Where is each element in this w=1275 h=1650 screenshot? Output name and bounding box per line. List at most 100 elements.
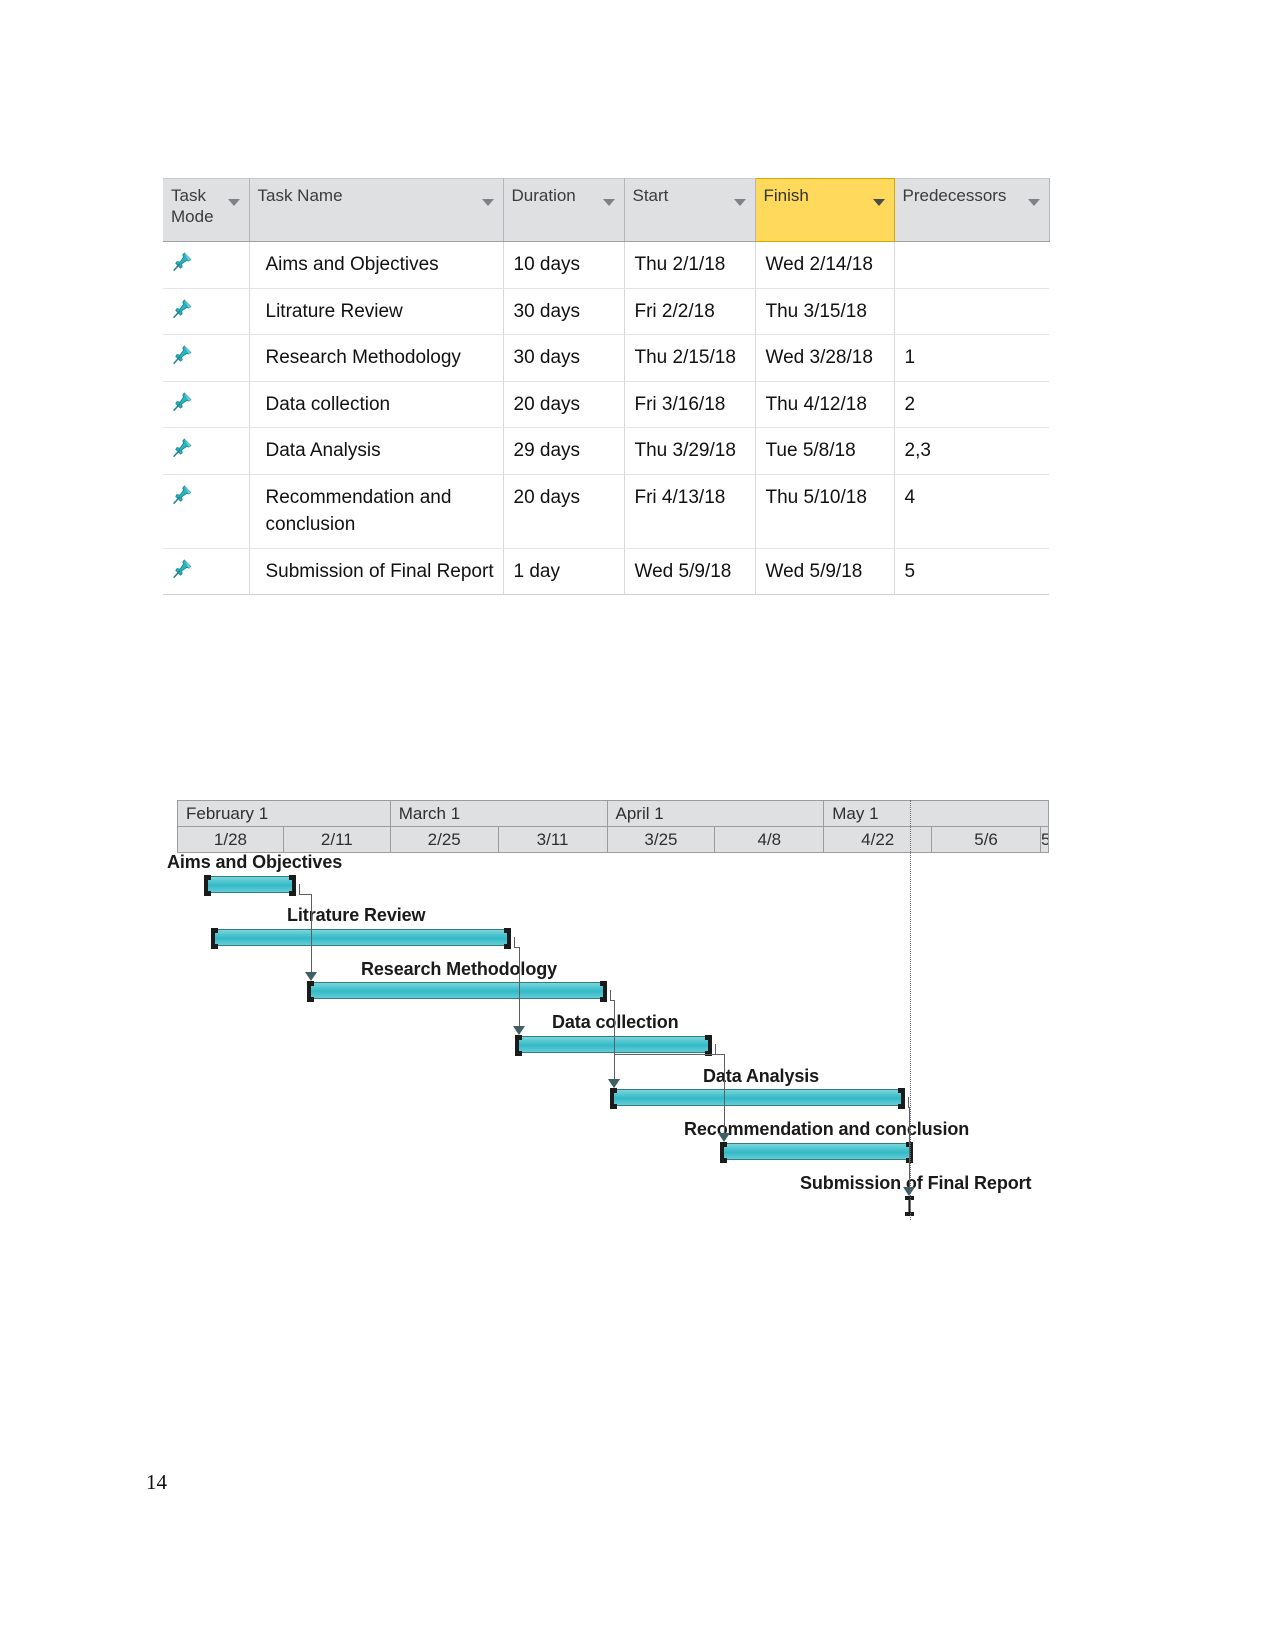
- task-predecessors-cell[interactable]: 2: [894, 381, 1049, 429]
- task-start-cell[interactable]: Thu 2/1/18: [624, 241, 756, 289]
- task-start-cell[interactable]: Fri 4/13/18: [624, 474, 756, 549]
- timeline-month-cell: February 1: [178, 801, 391, 826]
- task-mode-cell[interactable]: [163, 288, 250, 336]
- timeline-month-cell: April 1: [608, 801, 825, 826]
- column-header-label: Predecessors: [902, 186, 1007, 205]
- table-row[interactable]: Aims and Objectives 10 days Thu 2/1/18 Wed …: [163, 241, 1049, 289]
- filter-arrow-icon[interactable]: [872, 199, 885, 206]
- gantt-task-bar[interactable]: [204, 876, 296, 893]
- filter-arrow-icon[interactable]: [227, 199, 240, 206]
- pushpin-icon: [171, 390, 193, 414]
- task-name-cell[interactable]: Recommendation and conclusion: [249, 474, 504, 549]
- gantt-bar-label: Research Methodology: [361, 959, 558, 979]
- dependency-arrow-icon: [903, 1187, 915, 1196]
- task-start-cell[interactable]: Fri 2/2/18: [624, 288, 756, 336]
- gantt-task-bar[interactable]: [720, 1143, 913, 1160]
- column-header-label: Duration: [511, 186, 576, 205]
- dependency-link: [715, 1044, 716, 1054]
- task-table: Task Mode Task Name Duration Start Finis…: [163, 178, 1050, 596]
- task-duration-cell[interactable]: 20 days: [503, 474, 625, 549]
- task-mode-cell[interactable]: [163, 334, 250, 382]
- task-duration-cell[interactable]: 30 days: [503, 334, 625, 382]
- pushpin-icon: [171, 343, 193, 367]
- task-start-cell[interactable]: Wed 5/9/18: [624, 548, 756, 596]
- column-header-predecessors[interactable]: Predecessors: [894, 178, 1050, 242]
- table-row[interactable]: Submission of Final Report 1 day Wed 5/9/1…: [163, 548, 1049, 596]
- pushpin-icon: [171, 250, 193, 274]
- column-header-start[interactable]: Start: [624, 178, 756, 242]
- pushpin-icon: [171, 297, 193, 321]
- task-finish-cell[interactable]: Thu 5/10/18: [755, 474, 895, 549]
- task-predecessors-cell[interactable]: [894, 241, 1049, 289]
- dependency-link: [299, 884, 300, 894]
- dependency-arrow-icon: [718, 1133, 730, 1142]
- task-predecessors-cell[interactable]: 1: [894, 334, 1049, 382]
- dependency-arrow-icon: [305, 972, 317, 981]
- task-predecessors-cell[interactable]: 2,3: [894, 427, 1049, 475]
- task-duration-cell[interactable]: 10 days: [503, 241, 625, 289]
- task-mode-cell[interactable]: [163, 241, 250, 289]
- task-name-cell[interactable]: Data Analysis: [249, 427, 504, 475]
- task-mode-cell[interactable]: [163, 427, 250, 475]
- column-header-label: Task Name: [257, 186, 343, 205]
- task-predecessors-cell[interactable]: 4: [894, 474, 1049, 549]
- task-finish-cell[interactable]: Wed 3/28/18: [755, 334, 895, 382]
- task-finish-cell[interactable]: Tue 5/8/18: [755, 427, 895, 475]
- column-header-duration[interactable]: Duration: [503, 178, 625, 242]
- task-duration-cell[interactable]: 30 days: [503, 288, 625, 336]
- gantt-task-bar[interactable]: [307, 982, 607, 999]
- table-row[interactable]: Data Analysis 29 days Thu 3/29/18 Tue 5/8/1…: [163, 427, 1049, 475]
- gantt-chart: February 1 March 1 April 1 May 1 1/28 2/11 2/…: [163, 800, 1049, 1220]
- filter-arrow-icon[interactable]: [733, 199, 746, 206]
- column-header-task-name[interactable]: Task Name: [249, 178, 504, 242]
- task-finish-cell[interactable]: Wed 2/14/18: [755, 241, 895, 289]
- task-finish-cell[interactable]: Wed 5/9/18: [755, 548, 895, 596]
- timeline-week-cell: 2/25: [391, 827, 499, 852]
- gantt-task-bar[interactable]: [610, 1089, 905, 1106]
- task-start-cell[interactable]: Thu 3/29/18: [624, 427, 756, 475]
- timeline-month-cell: May 1: [824, 801, 1049, 826]
- task-duration-cell[interactable]: 1 day: [503, 548, 625, 596]
- task-finish-cell[interactable]: Thu 4/12/18: [755, 381, 895, 429]
- timeline-week-cell: 2/11: [284, 827, 391, 852]
- gantt-task-bar[interactable]: [211, 929, 511, 946]
- gantt-bar-label: Litrature Review: [287, 905, 426, 925]
- task-duration-cell[interactable]: 20 days: [503, 381, 625, 429]
- timeline-month-cell: March 1: [391, 801, 608, 826]
- task-start-cell[interactable]: Fri 3/16/18: [624, 381, 756, 429]
- task-predecessors-cell[interactable]: [894, 288, 1049, 336]
- task-name-cell[interactable]: Submission of Final Report: [249, 548, 504, 596]
- pushpin-icon: [171, 557, 193, 581]
- task-finish-cell[interactable]: Thu 3/15/18: [755, 288, 895, 336]
- filter-arrow-icon[interactable]: [602, 199, 615, 206]
- filter-arrow-icon[interactable]: [1027, 199, 1040, 206]
- task-name-cell[interactable]: Litrature Review: [249, 288, 504, 336]
- table-row[interactable]: Data collection 20 days Fri 3/16/18 Thu 4/1…: [163, 381, 1049, 429]
- task-start-cell[interactable]: Thu 2/15/18: [624, 334, 756, 382]
- table-row[interactable]: Recommendation and conclusion 20 days Fri …: [163, 474, 1049, 549]
- task-mode-cell[interactable]: [163, 381, 250, 429]
- dependency-link: [724, 1054, 725, 1133]
- task-name-cell[interactable]: Research Methodology: [249, 334, 504, 382]
- task-predecessors-cell[interactable]: 5: [894, 548, 1049, 596]
- table-header-row: Task Mode Task Name Duration Start Finis…: [163, 178, 1050, 242]
- timeline-week-cell: 3/25: [608, 827, 716, 852]
- task-duration-cell[interactable]: 29 days: [503, 427, 625, 475]
- column-header-task-mode[interactable]: Task Mode: [163, 178, 250, 242]
- dependency-link: [908, 1097, 909, 1107]
- timeline-week-cell: 3/11: [499, 827, 608, 852]
- table-row[interactable]: Litrature Review 30 days Fri 2/2/18 Thu 3/1…: [163, 288, 1049, 336]
- column-header-finish[interactable]: Finish: [754, 178, 895, 242]
- dependency-link: [614, 1054, 716, 1055]
- task-name-cell[interactable]: Aims and Objectives: [249, 241, 504, 289]
- task-mode-cell[interactable]: [163, 548, 250, 596]
- task-mode-cell[interactable]: [163, 474, 250, 549]
- gantt-bar-label: Data collection: [552, 1012, 679, 1032]
- gantt-bar-label: Submission of Final Report: [800, 1173, 1032, 1193]
- task-name-cell[interactable]: Data collection: [249, 381, 504, 429]
- table-row[interactable]: Research Methodology 30 days Thu 2/15/18 We…: [163, 334, 1049, 382]
- gantt-bars-area: Aims and Objectives Litrature Review Resea…: [163, 800, 1049, 1222]
- dependency-link: [610, 990, 611, 1000]
- dependency-link: [519, 947, 520, 1026]
- filter-arrow-icon[interactable]: [481, 199, 494, 206]
